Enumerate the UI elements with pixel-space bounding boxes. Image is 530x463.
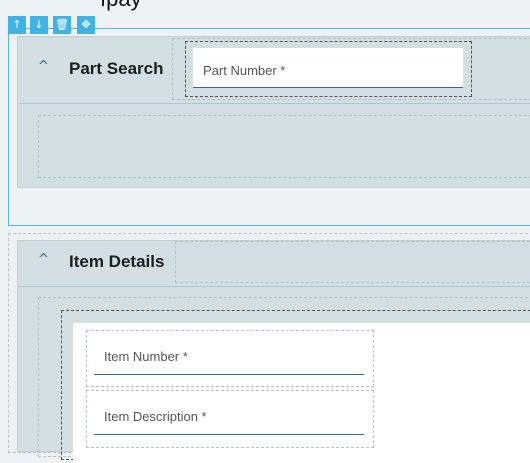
item-details-divider [18,286,530,287]
item-description-label: Item Description * [104,409,207,424]
drag-handle-icon[interactable]: ✥ [77,16,95,34]
move-up-icon[interactable]: ↑ [8,16,26,34]
item-number-field[interactable]: Item Number * [94,338,364,375]
part-search-title: Part Search [69,59,164,78]
part-number-label: Part Number * [203,63,286,78]
part-search-dropzone [38,115,530,178]
page-title-fragment: ıpay [100,0,142,12]
part-number-underline [193,87,463,88]
collapse-item-details-icon[interactable]: ^ [38,252,49,267]
part-number-field[interactable]: Part Number * [193,48,463,88]
item-number-label: Item Number * [104,349,188,364]
delete-icon[interactable]: 🗑 [53,16,71,34]
item-description-field[interactable]: Item Description * [94,398,364,435]
item-description-underline [94,434,364,435]
collapse-part-search-icon[interactable]: ^ [38,59,49,74]
item-number-underline [94,374,364,375]
item-details-title: Item Details [69,252,165,271]
part-search-divider [18,103,530,104]
move-down-icon[interactable]: ↓ [30,16,48,34]
item-details-header-dropzone [175,241,530,283]
